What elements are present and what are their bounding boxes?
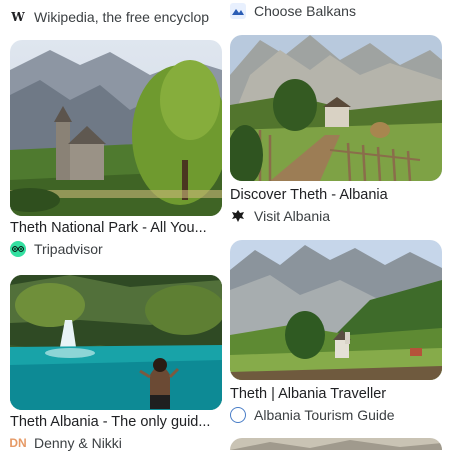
image-result-discover-theth[interactable]: Discover Theth - Albania Visit Albania xyxy=(230,35,442,227)
mountain-valley-image xyxy=(230,240,442,380)
result-source[interactable]: Albania Tourism Guide xyxy=(230,404,442,426)
church-landscape-image xyxy=(10,40,222,216)
image-result-theth-albania-traveller[interactable]: Theth | Albania Traveller Albania Touris… xyxy=(230,240,442,426)
image-result-next[interactable] xyxy=(230,438,442,450)
result-source[interactable]: Visit Albania xyxy=(230,205,442,227)
source-name: Choose Balkans xyxy=(254,3,356,19)
result-source[interactable]: Tripadvisor xyxy=(10,238,222,260)
result-thumbnail[interactable] xyxy=(230,240,442,380)
image-result-theth-albania-guide[interactable]: Theth Albania - The only guid... DN Denn… xyxy=(10,275,222,454)
denny-nikki-icon: DN xyxy=(10,436,27,450)
result-title[interactable]: Theth Albania - The only guid... xyxy=(10,412,222,432)
next-thumbnail-image xyxy=(230,438,442,450)
result-source[interactable]: DN Denny & Nikki xyxy=(10,432,222,454)
village-fence-image xyxy=(230,35,442,181)
result-title[interactable]: Theth National Park - All You... xyxy=(10,218,222,238)
wikipedia-source[interactable]: W Wikipedia, the free encyclop xyxy=(10,6,209,28)
result-thumbnail[interactable] xyxy=(230,35,442,181)
image-result-theth-national-park[interactable]: Theth National Park - All You... Tripadv… xyxy=(10,40,222,260)
result-title[interactable]: Discover Theth - Albania xyxy=(230,185,442,205)
tripadvisor-icon xyxy=(10,241,26,257)
source-name: Denny & Nikki xyxy=(34,435,122,451)
result-thumbnail[interactable] xyxy=(230,438,442,450)
source-name: Visit Albania xyxy=(254,208,331,224)
choose-balkans-source[interactable]: Choose Balkans xyxy=(230,0,356,22)
result-title[interactable]: Theth | Albania Traveller xyxy=(230,384,442,404)
result-thumbnail[interactable] xyxy=(10,40,222,216)
globe-icon xyxy=(230,407,246,423)
source-name: Tripadvisor xyxy=(34,241,103,257)
eagle-icon xyxy=(230,208,246,224)
source-name: Wikipedia, the free encyclop xyxy=(34,9,210,25)
source-name: Albania Tourism Guide xyxy=(254,407,395,423)
result-thumbnail[interactable] xyxy=(10,275,222,410)
wikipedia-icon: W xyxy=(11,10,25,24)
blue-eye-waterfall-image xyxy=(10,275,222,410)
choose-balkans-icon xyxy=(230,3,246,19)
